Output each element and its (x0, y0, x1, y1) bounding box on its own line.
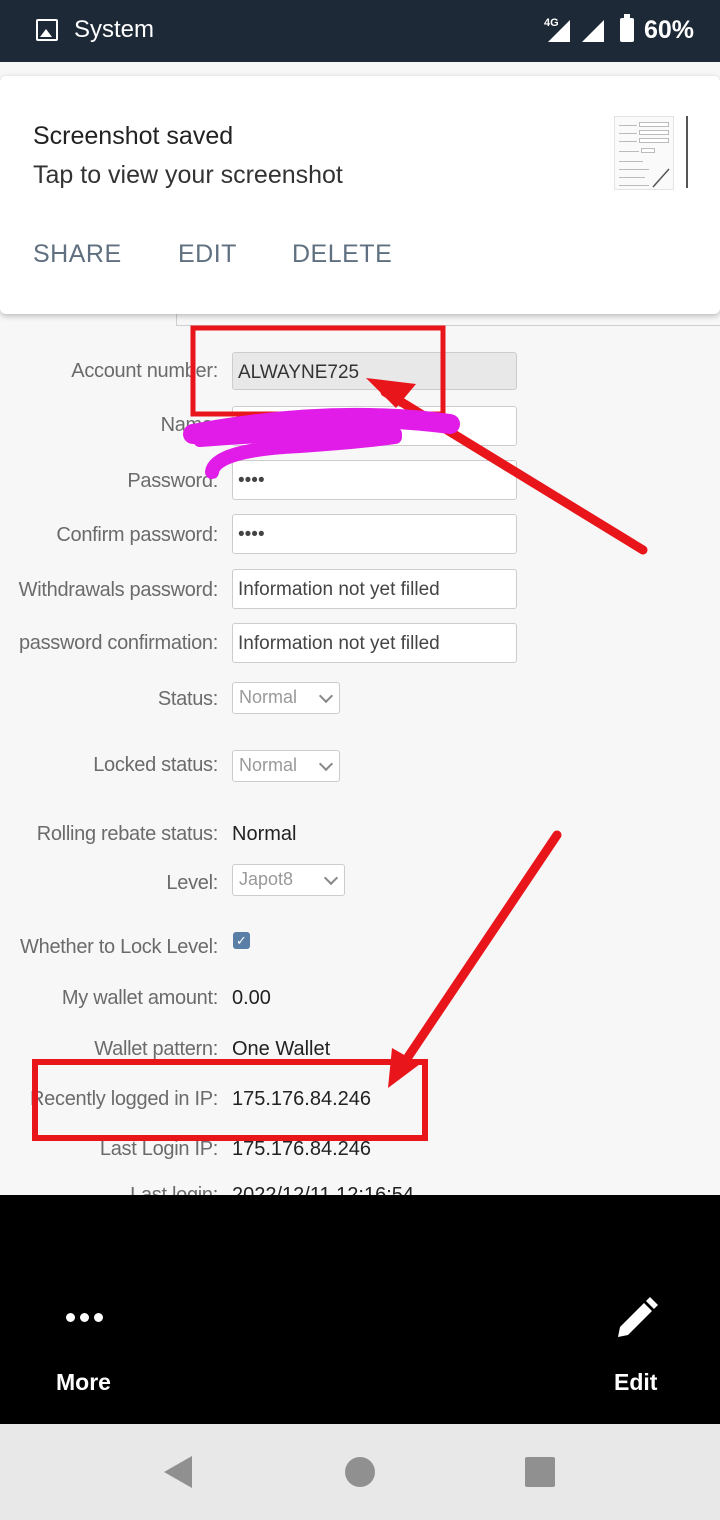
signal-icon (582, 20, 604, 42)
status-bar-app-title: System (74, 16, 155, 43)
navigation-bar (0, 1424, 720, 1520)
status-bar: System 4G 60% (0, 0, 720, 62)
edit-button[interactable]: Edit (614, 1369, 657, 1396)
screenshot-notification[interactable]: Screenshot saved Tap to view your screen… (0, 76, 720, 314)
recents-icon[interactable] (525, 1457, 555, 1487)
edit-action-button[interactable]: EDIT (178, 240, 237, 269)
notification-subtitle: Tap to view your screenshot (33, 161, 343, 189)
screenshot-thumbnail[interactable] (614, 116, 674, 190)
more-button[interactable]: More (56, 1369, 111, 1396)
more-icon[interactable] (62, 1310, 108, 1324)
battery-icon (620, 14, 634, 42)
back-icon[interactable] (164, 1456, 192, 1488)
notification-title: Screenshot saved (33, 122, 234, 150)
image-icon (36, 19, 58, 41)
arrow-line-ip (397, 830, 562, 1071)
bottom-action-bar: More Edit (0, 1195, 720, 1424)
battery-percentage: 60% (644, 16, 695, 44)
pencil-icon[interactable] (612, 1295, 660, 1343)
signal-4g-icon (548, 20, 570, 42)
divider (686, 116, 688, 188)
thumbnail-arrow (652, 168, 670, 188)
home-icon[interactable] (345, 1457, 375, 1487)
delete-button[interactable]: DELETE (292, 240, 392, 269)
highlight-box-ip (32, 1059, 428, 1141)
share-button[interactable]: SHARE (33, 240, 122, 269)
